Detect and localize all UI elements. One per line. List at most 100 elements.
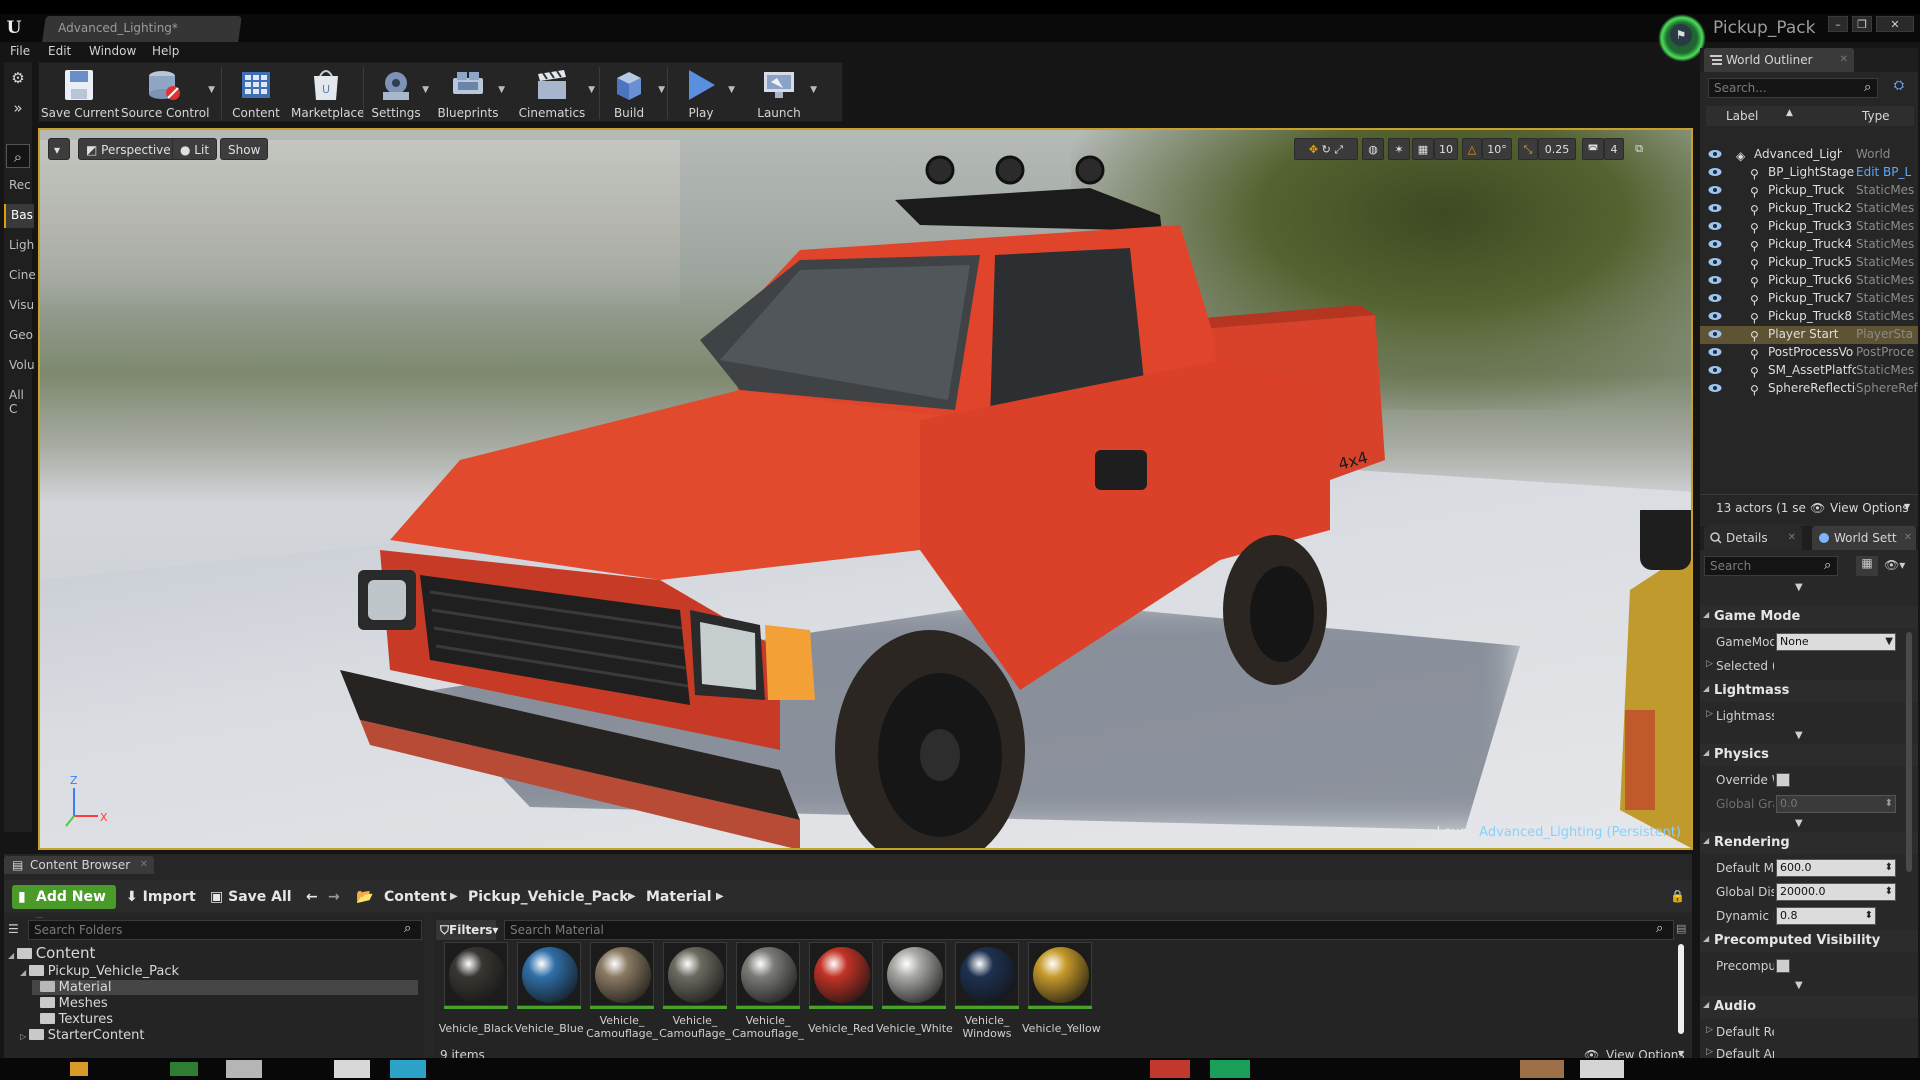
default-max-distance-input[interactable]: 600.0 ⬍ bbox=[1776, 859, 1896, 877]
material-asset-tile[interactable]: Vehicle_Red bbox=[807, 942, 875, 1042]
launch-button[interactable]: Launch ▼ bbox=[747, 63, 817, 123]
save-search-icon[interactable]: ▤ bbox=[1676, 922, 1686, 935]
outliner-row[interactable]: ⚲ Player Start PlayerSta bbox=[1700, 326, 1918, 344]
marketplace-button[interactable]: U Marketplace bbox=[291, 63, 365, 123]
history-back-button[interactable]: ← bbox=[306, 889, 318, 905]
taskbar-app-icon[interactable] bbox=[334, 1060, 370, 1078]
breadcrumb-pickup-vehicle-pack[interactable]: Pickup_Vehicle_Pack bbox=[468, 889, 629, 905]
material-asset-tile[interactable]: Vehicle_White bbox=[876, 942, 953, 1042]
taskbar-app-icon[interactable] bbox=[390, 1060, 426, 1078]
visibility-eye-icon[interactable] bbox=[1708, 185, 1722, 195]
taskbar-app-icon[interactable] bbox=[1580, 1060, 1624, 1078]
show-button[interactable]: Show bbox=[220, 138, 269, 160]
scale-snap-icon[interactable]: ⤡ bbox=[1518, 138, 1538, 160]
asset-scrollbar[interactable] bbox=[1678, 944, 1684, 1034]
search-material-input[interactable]: Search Material bbox=[504, 920, 1674, 940]
expand-arrow-icon[interactable] bbox=[32, 984, 40, 993]
breadcrumb-separator-icon[interactable]: ▶ bbox=[628, 891, 636, 902]
details-scrollbar[interactable] bbox=[1906, 632, 1912, 872]
tab-details[interactable]: Details ✕ bbox=[1704, 526, 1802, 550]
selected-gamemode-row[interactable]: ▷ Selected ( bbox=[1700, 654, 1918, 678]
section-lightmass[interactable]: Lightmass bbox=[1700, 680, 1918, 702]
close-tab-icon[interactable]: ✕ bbox=[1904, 526, 1912, 550]
level-document-tab[interactable]: Advanced_Lighting* bbox=[42, 16, 242, 42]
mode-geometry[interactable]: Geo bbox=[4, 324, 34, 348]
outliner-search-input[interactable]: Search... bbox=[1708, 78, 1878, 98]
expand-arrow-icon[interactable]: ▷ bbox=[1706, 709, 1713, 719]
folder-tree-item[interactable]: Material bbox=[32, 980, 418, 995]
dynamic-indirect-input[interactable]: 0.8 ⬍ bbox=[1776, 907, 1876, 925]
outliner-row[interactable]: ⚲ Pickup_Truck3 StaticMes bbox=[1700, 218, 1918, 236]
chevron-down-icon[interactable]: ▼ bbox=[1795, 582, 1803, 593]
expand-arrow-icon[interactable]: ◢ bbox=[8, 951, 17, 960]
visibility-options-icon[interactable]: 👁▾ bbox=[1884, 558, 1905, 572]
taskbar-app-icon[interactable] bbox=[170, 1062, 198, 1076]
visibility-eye-icon[interactable] bbox=[1708, 167, 1722, 177]
section-game-mode[interactable]: Game Mode bbox=[1700, 606, 1918, 628]
maximize-button[interactable]: ❐ bbox=[1852, 16, 1872, 32]
outliner-row[interactable]: ⚲ Pickup_Truck StaticMes bbox=[1700, 182, 1918, 200]
mode-volumes[interactable]: Volu bbox=[4, 354, 35, 378]
visibility-eye-icon[interactable] bbox=[1708, 311, 1722, 321]
build-button[interactable]: Build ▼ bbox=[603, 63, 665, 123]
minimize-button[interactable]: – bbox=[1828, 16, 1848, 32]
folder-tree-item[interactable]: Meshes bbox=[32, 996, 418, 1011]
visibility-eye-icon[interactable] bbox=[1708, 383, 1722, 393]
breadcrumb-content[interactable]: Content bbox=[384, 889, 447, 905]
grid-snap-icon[interactable]: ▦ bbox=[1412, 138, 1434, 160]
blueprints-dropdown-icon[interactable]: ▼ bbox=[498, 85, 505, 95]
lock-icon[interactable]: 🔒 bbox=[1670, 889, 1685, 903]
expand-arrow-icon[interactable] bbox=[32, 1000, 40, 1009]
override-gravity-checkbox[interactable] bbox=[1776, 773, 1790, 787]
taskbar-app-icon[interactable] bbox=[70, 1062, 88, 1076]
type-column-header[interactable]: Type bbox=[1862, 109, 1890, 123]
breadcrumb-separator-icon[interactable]: ▶ bbox=[450, 891, 458, 902]
visibility-eye-icon[interactable] bbox=[1708, 347, 1722, 357]
label-column-header[interactable]: Label bbox=[1726, 109, 1758, 123]
visibility-eye-icon[interactable] bbox=[1708, 293, 1722, 303]
mode-all-classes[interactable]: All C bbox=[4, 384, 34, 416]
transform-mode-group[interactable]: ✥ ↻ ⤢ bbox=[1294, 138, 1358, 160]
perspective-button[interactable]: ◩ Perspective bbox=[78, 138, 179, 160]
visibility-eye-icon[interactable] bbox=[1708, 365, 1722, 375]
outliner-row[interactable]: ⚲ Pickup_Truck2 StaticMes bbox=[1700, 200, 1918, 218]
level-name[interactable]: Advanced_Lighting (Persistent) bbox=[1479, 825, 1681, 840]
outliner-row[interactable]: ⚲ SphereReflectic SphereRef bbox=[1700, 380, 1918, 398]
visibility-eye-icon[interactable] bbox=[1708, 275, 1722, 285]
folder-tree-item[interactable]: ◢ Pickup_Vehicle_Pack bbox=[20, 964, 418, 979]
visibility-eye-icon[interactable] bbox=[1708, 149, 1722, 159]
folder-tree-item[interactable]: ◢ Content bbox=[8, 944, 418, 962]
chevron-down-icon[interactable]: ▼ bbox=[1795, 980, 1803, 991]
chevron-down-icon[interactable]: ▼ bbox=[1795, 818, 1803, 829]
mode-cinematic[interactable]: Cine bbox=[4, 264, 36, 288]
mode-lights[interactable]: Ligh bbox=[4, 234, 34, 258]
material-asset-tile[interactable]: Vehicle_ Windows bbox=[953, 942, 1021, 1042]
expand-arrow-icon[interactable] bbox=[32, 1016, 40, 1025]
viewport-options-dropdown[interactable]: ▾ bbox=[48, 138, 70, 160]
taskbar-app-icon[interactable] bbox=[1210, 1060, 1250, 1078]
expand-arrow-icon[interactable]: ▷ bbox=[20, 1032, 29, 1041]
play-dropdown-icon[interactable]: ▼ bbox=[728, 85, 735, 95]
rotation-snap-icon[interactable]: △ bbox=[1462, 138, 1482, 160]
menu-file[interactable]: File bbox=[10, 44, 30, 58]
scale-snap-value[interactable]: 0.25 bbox=[1538, 138, 1576, 160]
filters-button[interactable]: ⛉Filters▾ bbox=[436, 920, 498, 940]
camera-speed-icon[interactable]: ◚ bbox=[1582, 138, 1604, 160]
tab-world-outliner[interactable]: World Outliner ✕ bbox=[1704, 48, 1854, 72]
breadcrumb-material[interactable]: Material bbox=[646, 889, 712, 905]
material-asset-tile[interactable]: Vehicle_Blue bbox=[514, 942, 584, 1042]
settings-dropdown-icon[interactable]: ▼ bbox=[422, 85, 429, 95]
mode-recent[interactable]: Rec bbox=[4, 174, 34, 198]
grid-snap-value[interactable]: 10 bbox=[1434, 138, 1458, 160]
chevron-down-icon[interactable]: ▼ bbox=[1795, 730, 1803, 741]
launch-dropdown-icon[interactable]: ▼ bbox=[810, 85, 817, 95]
taskbar-app-icon[interactable] bbox=[1520, 1060, 1564, 1078]
settings-button[interactable]: Settings ▼ bbox=[367, 63, 429, 123]
cinematics-button[interactable]: Cinematics ▼ bbox=[515, 63, 595, 123]
add-new-button[interactable]: ▮ Add New ▾ bbox=[12, 885, 116, 929]
close-tab-icon[interactable]: ✕ bbox=[140, 856, 148, 874]
section-rendering[interactable]: Rendering bbox=[1700, 832, 1918, 854]
material-asset-tile[interactable]: Vehicle_ Camouflage_ bbox=[659, 942, 731, 1042]
world-local-toggle-icon[interactable]: ◍ bbox=[1362, 138, 1384, 160]
play-button[interactable]: Play ▼ bbox=[671, 63, 735, 123]
